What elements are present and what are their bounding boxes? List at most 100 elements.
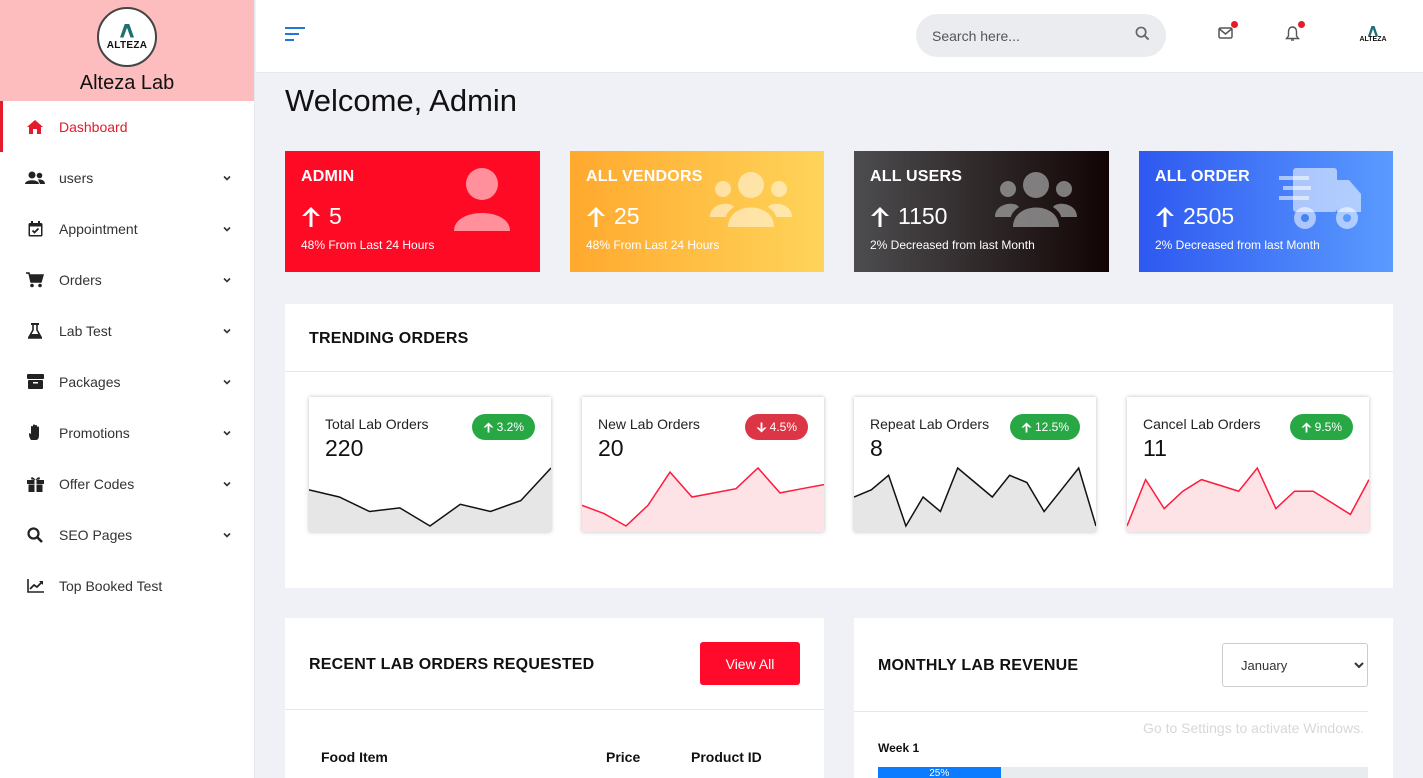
arrow-up-icon (871, 206, 889, 227)
arrow-down-icon (756, 421, 767, 433)
stat-card-admin[interactable]: ADMIN 5 48% From Last 24 Hours (285, 151, 540, 272)
notification-dot (1298, 21, 1305, 28)
arrow-up-icon (302, 206, 320, 227)
view-all-button[interactable]: View All (700, 642, 800, 685)
panel-title: MONTHLY LAB REVENUE (878, 657, 1079, 674)
home-icon (24, 118, 46, 136)
sparkline-area (1127, 468, 1369, 532)
sidebar-item-label: Offer Codes (59, 475, 135, 492)
sparkline-area (854, 468, 1096, 532)
arrow-up-icon (1301, 421, 1312, 433)
sparkline-chart (309, 467, 551, 532)
stat-card-orders[interactable]: ALL ORDER 2505 2% Decreased from last Mo… (1139, 151, 1393, 272)
panel-title: TRENDING ORDERS (309, 330, 469, 347)
stat-subtext: 48% From Last 24 Hours (586, 238, 720, 252)
sidebar-item-users[interactable]: users (0, 152, 254, 203)
sidebar-item-top-booked-test[interactable]: Top Booked Test (0, 560, 254, 611)
bell-icon[interactable] (1285, 21, 1305, 44)
sidebar-item-dashboard[interactable]: Dashboard (0, 101, 254, 152)
topbar: ALTEZA (256, 0, 1423, 73)
sidebar-item-lab-test[interactable]: Lab Test (0, 305, 254, 356)
sidebar-item-label: SEO Pages (59, 526, 133, 543)
search-input[interactable] (932, 27, 1135, 44)
trend-label: Cancel Lab Orders (1143, 416, 1261, 432)
stat-value: 2505 (1183, 203, 1235, 229)
sparkline-chart (582, 466, 824, 532)
activation-watermark: Go to Settings to activate Windows. (1143, 720, 1364, 736)
chevron-down-icon (222, 224, 232, 234)
profile-avatar[interactable]: ALTEZA (1356, 26, 1390, 43)
search-icon[interactable] (1135, 26, 1150, 46)
stat-value: 1150 (898, 203, 948, 229)
trend-card-total[interactable]: Total Lab Orders 220 3.2% (309, 397, 551, 532)
arrow-up-icon (1021, 421, 1032, 433)
arrow-up-icon (587, 206, 605, 227)
chevron-down-icon (222, 377, 232, 387)
trend-card-repeat[interactable]: Repeat Lab Orders 8 12.5% (854, 397, 1096, 532)
stat-value: 5 (329, 203, 342, 229)
sparkline-chart (1127, 466, 1369, 532)
trend-badge-text: 9.5% (1314, 420, 1342, 434)
column-header: Food Item (321, 749, 388, 765)
sidebar-item-appointment[interactable]: Appointment (0, 203, 254, 254)
logo-text: ALTEZA (106, 39, 148, 51)
sidebar-item-seo-pages[interactable]: SEO Pages (0, 509, 254, 560)
column-header: Price (606, 749, 641, 765)
trend-value: 20 (598, 435, 624, 461)
sidebar-item-label: Orders (59, 271, 102, 288)
trend-value: 11 (1143, 435, 1167, 461)
cart-icon (24, 271, 46, 289)
chevron-down-icon (222, 479, 232, 489)
sidebar-item-label: Dashboard (59, 118, 128, 135)
box-icon (24, 373, 46, 391)
profile-logo-text: ALTEZA (1359, 36, 1387, 43)
chevron-down-icon (222, 173, 232, 183)
trending-orders-panel: TRENDING ORDERS Total Lab Orders 220 3.2… (285, 304, 1393, 588)
trend-label: New Lab Orders (598, 416, 700, 432)
sidebar-item-label: Lab Test (59, 322, 112, 339)
divider (285, 709, 824, 710)
mail-icon[interactable] (1218, 21, 1238, 44)
trend-badge: 3.2% (471, 414, 535, 440)
hand-icon (24, 424, 46, 442)
brand-logo[interactable]: ALTEZA (97, 7, 157, 67)
stat-value: 25 (614, 203, 640, 229)
sidebar-item-label: Promotions (59, 424, 130, 441)
recent-orders-panel: RECENT LAB ORDERS REQUESTED View All Foo… (285, 618, 824, 778)
trend-badge: 4.5% (744, 414, 808, 440)
progress-fill: 25% (878, 767, 1001, 778)
sparkline-chart (854, 466, 1096, 532)
sidebar-item-packages[interactable]: Packages (0, 356, 254, 407)
chevron-down-icon (222, 326, 232, 336)
trend-label: Total Lab Orders (325, 416, 429, 432)
sidebar-item-label: Top Booked Test (59, 577, 163, 594)
sidebar-item-orders[interactable]: Orders (0, 254, 254, 305)
menu-toggle-icon[interactable] (285, 26, 307, 44)
sidebar-item-promotions[interactable]: Promotions (0, 407, 254, 458)
trend-value: 8 (870, 435, 883, 461)
sidebar-item-offer-codes[interactable]: Offer Codes (0, 458, 254, 509)
sidebar: ALTEZA Alteza Lab Dashboard users Appoin… (0, 0, 255, 778)
column-header: Product ID (691, 749, 762, 765)
stat-subtext: 2% Decreased from last Month (870, 238, 1035, 252)
chevron-down-icon (222, 530, 232, 540)
arrow-up-icon (1156, 206, 1174, 227)
page-title: Welcome, Admin (285, 83, 518, 118)
users-group-icon (710, 171, 792, 232)
calendar-check-icon (24, 220, 46, 238)
chart-line-icon (24, 577, 46, 595)
sidebar-item-label: Appointment (59, 220, 138, 237)
trend-card-cancel[interactable]: Cancel Lab Orders 11 9.5% (1127, 397, 1369, 532)
week-label: Week 1 (878, 741, 920, 755)
truck-icon (1279, 166, 1361, 237)
stat-card-vendors[interactable]: ALL VENDORS 25 48% From Last 24 Hours (570, 151, 824, 272)
stat-card-users[interactable]: ALL USERS 1150 2% Decreased from last Mo… (854, 151, 1109, 272)
trend-badge-text: 3.2% (496, 420, 524, 434)
monthly-revenue-panel: MONTHLY LAB REVENUE January Week 1 25% (854, 618, 1393, 778)
flask-icon (24, 322, 46, 340)
trend-badge: 12.5% (1009, 414, 1080, 440)
chevron-down-icon (222, 428, 232, 438)
trend-card-new[interactable]: New Lab Orders 20 4.5% (582, 397, 824, 532)
sidebar-nav: Dashboard users Appointment Orders Lab T… (0, 101, 254, 611)
month-select[interactable]: January (1222, 643, 1368, 687)
